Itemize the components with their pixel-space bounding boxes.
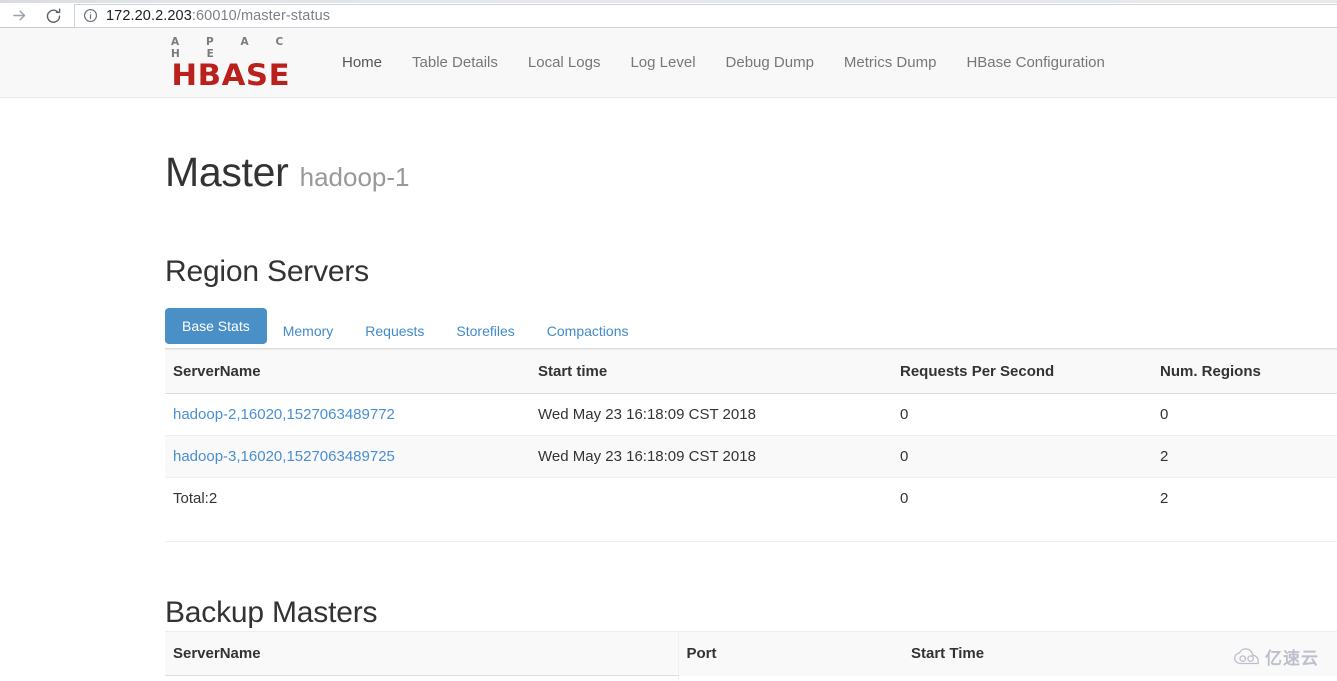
page-subtitle: hadoop-1 bbox=[299, 162, 410, 192]
server-link[interactable]: hadoop-3,16020,1527063489725 bbox=[173, 448, 395, 465]
cell-total-label: Total:2 bbox=[165, 477, 530, 519]
nav-link-log-level[interactable]: Log Level bbox=[615, 38, 710, 88]
cloud-icon bbox=[1234, 647, 1259, 664]
column-header-servername[interactable]: ServerName bbox=[165, 349, 530, 394]
backup-masters-heading: Backup Masters bbox=[165, 596, 378, 629]
cell-total-requests: 0 bbox=[892, 477, 1152, 519]
cell-backup-total-label: Total:0 bbox=[165, 675, 679, 681]
server-link[interactable]: hadoop-2,16020,1527063489772 bbox=[173, 406, 395, 423]
watermark-text: 亿速云 bbox=[1265, 649, 1319, 668]
cell-servername: hadoop-2,16020,1527063489772 bbox=[165, 393, 530, 436]
browser-chrome: 172.20.2.203:60010/master-status bbox=[0, 0, 1337, 28]
url-host: 172.20.2.203 bbox=[106, 7, 192, 24]
nav-link-home[interactable]: Home bbox=[327, 38, 397, 88]
tab-memory[interactable]: Memory bbox=[267, 313, 350, 349]
cell-backup-total-start-time bbox=[903, 676, 1337, 681]
cell-num-regions: 0 bbox=[1152, 393, 1337, 436]
table-header-row: ServerName Port Start Time bbox=[165, 631, 1337, 676]
nav-link-local-logs[interactable]: Local Logs bbox=[513, 38, 616, 88]
cell-total-start-time bbox=[530, 477, 892, 519]
reload-button[interactable] bbox=[36, 4, 70, 28]
cell-start-time: Wed May 23 16:18:09 CST 2018 bbox=[530, 435, 892, 478]
cell-requests: 0 bbox=[892, 435, 1152, 478]
table-body: Total:0 bbox=[165, 675, 1337, 681]
cell-servername: hadoop-3,16020,1527063489725 bbox=[165, 435, 530, 478]
region-servers-tabs: Base Stats Memory Requests Storefiles Co… bbox=[165, 308, 1337, 349]
nav-link-debug-dump[interactable]: Debug Dump bbox=[711, 38, 829, 88]
nav-link-table-details[interactable]: Table Details bbox=[397, 38, 513, 88]
url-text: 172.20.2.203:60010/master-status bbox=[106, 8, 330, 24]
address-bar[interactable]: 172.20.2.203:60010/master-status bbox=[74, 3, 1337, 28]
tab-compactions[interactable]: Compactions bbox=[531, 313, 645, 349]
table-header-row: ServerName Start time Requests Per Secon… bbox=[165, 349, 1337, 394]
info-circle-icon[interactable] bbox=[83, 8, 98, 23]
browser-toolbar: 172.20.2.203:60010/master-status bbox=[0, 3, 1337, 28]
region-servers-table: ServerName Start time Requests Per Secon… bbox=[165, 349, 1337, 519]
nav-link-metrics-dump[interactable]: Metrics Dump bbox=[829, 38, 952, 88]
table-header: ServerName Start time Requests Per Secon… bbox=[165, 349, 1337, 394]
site-navbar: A P A C H E HBASE Home Table Details Loc… bbox=[0, 28, 1337, 98]
table-header: ServerName Port Start Time bbox=[165, 631, 1337, 676]
table-row: hadoop-2,16020,1527063489772 Wed May 23 … bbox=[165, 393, 1337, 436]
section-divider bbox=[165, 541, 1337, 542]
cell-total-num-regions: 2 bbox=[1152, 477, 1337, 519]
watermark: 亿速云 bbox=[1234, 644, 1319, 669]
arrow-right-icon bbox=[12, 10, 25, 21]
cell-requests: 0 bbox=[892, 393, 1152, 436]
tab-storefiles[interactable]: Storefiles bbox=[440, 313, 530, 349]
nav-link-hbase-config[interactable]: HBase Configuration bbox=[951, 38, 1119, 88]
region-servers-heading: Region Servers bbox=[165, 255, 369, 288]
navbar-inner: A P A C H E HBASE Home Table Details Loc… bbox=[0, 36, 1120, 90]
logo-hbase-text: HBASE bbox=[171, 57, 291, 92]
column-header-num-regions[interactable]: Num. Regions bbox=[1152, 349, 1337, 394]
table-total-row: Total:0 bbox=[165, 675, 1337, 681]
table-body: hadoop-2,16020,1527063489772 Wed May 23 … bbox=[165, 393, 1337, 519]
cell-num-regions: 2 bbox=[1152, 435, 1337, 478]
tab-requests[interactable]: Requests bbox=[349, 313, 440, 349]
column-header-start-time[interactable]: Start time bbox=[530, 349, 892, 394]
column-header-backup-servername[interactable]: ServerName bbox=[165, 631, 679, 676]
logo-apache-text: A P A C H E bbox=[171, 35, 295, 60]
hbase-logo[interactable]: A P A C H E HBASE bbox=[165, 36, 315, 90]
backup-masters-table: ServerName Port Start Time Total:0 bbox=[165, 631, 1337, 681]
cell-start-time: Wed May 23 16:18:09 CST 2018 bbox=[530, 393, 892, 436]
forward-button[interactable] bbox=[2, 4, 36, 28]
navbar-menu: Home Table Details Local Logs Log Level … bbox=[327, 38, 1120, 88]
reload-icon bbox=[46, 8, 60, 23]
cell-backup-total-port bbox=[678, 676, 903, 681]
table-total-row: Total:2 0 2 bbox=[165, 477, 1337, 519]
column-header-requests[interactable]: Requests Per Second bbox=[892, 349, 1152, 394]
column-header-backup-port[interactable]: Port bbox=[678, 631, 903, 676]
table-row: hadoop-3,16020,1527063489725 Wed May 23 … bbox=[165, 435, 1337, 478]
main-content: Master hadoop-1 Region Servers Base Stat… bbox=[0, 148, 1337, 681]
page-title: Master hadoop-1 bbox=[165, 148, 1337, 201]
url-path: :60010/master-status bbox=[191, 7, 331, 24]
page-title-text: Master bbox=[165, 149, 289, 195]
tab-base-stats[interactable]: Base Stats bbox=[165, 308, 267, 344]
